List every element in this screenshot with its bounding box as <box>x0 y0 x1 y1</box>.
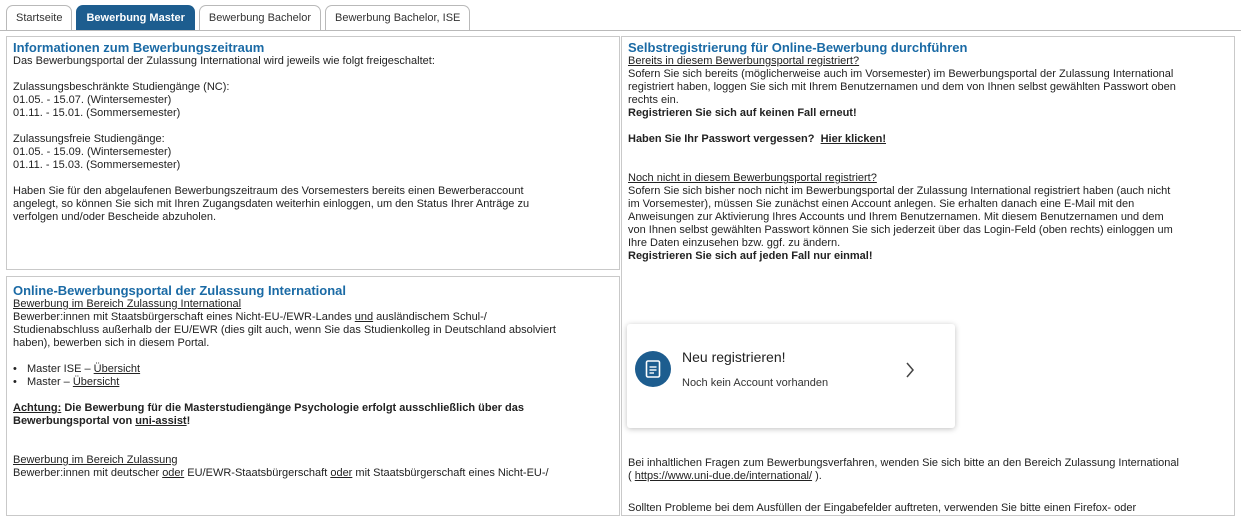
contact-text-2: ( https://www.uni-due.de/international/ … <box>628 470 822 482</box>
list-item: Master ISE – Übersicht <box>13 363 613 376</box>
selfreg-title: Selbstregistrierung für Online-Bewerbung… <box>628 40 968 55</box>
section-zulassung-heading: Bewerbung im Bereich Zulassung <box>13 454 178 466</box>
info-intro: Das Bewerbungsportal der Zulassung Inter… <box>13 55 435 67</box>
tab-bewerbung-master[interactable]: Bewerbung Master <box>76 5 195 30</box>
master-ise-overview-link[interactable]: Übersicht <box>94 363 140 375</box>
free-winter: 01.05. - 15.09. (Wintersemester) <box>13 146 172 158</box>
nc-summer: 01.11. - 15.01. (Sommersemester) <box>13 107 181 119</box>
registered-text-2: registriert haben, loggen Sie sich mit I… <box>628 81 1176 93</box>
section-zulassung-text-1: Bewerber:innen mit deutscher oder EU/EWR… <box>13 467 549 479</box>
new-text-1: Sofern Sie sich bisher noch nicht im Bew… <box>628 185 1171 197</box>
new-text-4: von Ihnen selbst gewählten Passwort könn… <box>628 224 1173 236</box>
problems-text: Sollten Probleme bei dem Ausfüllen der E… <box>628 502 1137 514</box>
nc-winter: 01.05. - 15.07. (Wintersemester) <box>13 94 172 106</box>
new-text-2: im Vorsemester), müssen Sie zunächst ein… <box>628 198 1135 210</box>
section-international-text-1: Bewerber:innen mit Staatsbürgerschaft ei… <box>13 311 487 323</box>
card-subtitle: Noch kein Account vorhanden <box>682 377 829 389</box>
new-text-3: Anweisungen zur Aktivierung Ihres Accoun… <box>628 211 1164 223</box>
registered-text-3: rechts ein. <box>628 94 679 106</box>
free-summer: 01.11. - 15.03. (Sommersemester) <box>13 159 181 171</box>
password-reset-link[interactable]: Hier klicken! <box>821 133 886 145</box>
new-heading: Noch nicht in diesem Bewerbungsportal re… <box>628 172 877 184</box>
info-panel: Informationen zum Bewerbungszeitraum Das… <box>6 36 620 270</box>
section-international-text-2: Studienabschluss außerhalb der EU/EWR (d… <box>13 324 556 336</box>
portal-panel: Online-Bewerbungsportal der Zulassung In… <box>6 276 620 516</box>
registered-warning: Registrieren Sie sich auf keinen Fall er… <box>628 107 857 119</box>
nc-heading: Zulassungsbeschränkte Studiengänge (NC): <box>13 81 230 93</box>
tab-bar: Startseite Bewerbung Master Bewerbung Ba… <box>6 5 474 31</box>
new-text-5: Ihre Daten einzusehen bzw. ggf. zu änder… <box>628 237 841 249</box>
master-overview-link[interactable]: Übersicht <box>73 376 119 388</box>
section-international-text-3: haben), bewerben sich in diesem Portal. <box>13 337 210 349</box>
card-title: Neu registrieren! <box>682 349 786 365</box>
portal-title: Online-Bewerbungsportal der Zulassung In… <box>13 283 346 298</box>
registered-heading: Bereits in diesem Bewerbungsportal regis… <box>628 55 860 67</box>
chevron-right-icon <box>905 362 915 381</box>
tab-startseite[interactable]: Startseite <box>6 5 73 30</box>
list-item: Master – Übersicht <box>13 376 613 389</box>
achtung-note-2: Bewerbungsportal von uni-assist! <box>13 415 191 427</box>
tab-bewerbung-bachelor-ise[interactable]: Bewerbung Bachelor, ISE <box>325 5 471 30</box>
password-forgot: Haben Sie Ihr Passwort vergessen? Hier k… <box>628 133 887 145</box>
register-circle <box>635 351 671 387</box>
account-text-1: Haben Sie für den abgelaufenen Bewerbung… <box>13 185 524 197</box>
tab-divider <box>0 30 1241 31</box>
selfreg-panel: Selbstregistrierung für Online-Bewerbung… <box>621 36 1235 516</box>
account-text-3: verfolgen und/oder Bescheide abzuholen. <box>13 211 217 223</box>
contact-text-1: Bei inhaltlichen Fragen zum Bewerbungsve… <box>628 457 1179 469</box>
international-website-link[interactable]: https://www.uni-due.de/international/ <box>635 470 812 482</box>
new-registration-card[interactable]: Neu registrieren! Noch kein Account vorh… <box>627 324 955 428</box>
uni-assist-link[interactable]: uni-assist <box>135 415 186 427</box>
achtung-note-1: Achtung: Die Bewerbung für die Masterstu… <box>13 402 524 414</box>
account-text-2: angelegt, so können Sie sich mit Ihren Z… <box>13 198 530 210</box>
master-list: Master ISE – Übersicht Master – Übersich… <box>13 363 613 389</box>
free-heading: Zulassungsfreie Studiengänge: <box>13 133 165 145</box>
new-warning: Registrieren Sie sich auf jeden Fall nur… <box>628 250 873 262</box>
registered-text-1: Sofern Sie sich bereits (möglicherweise … <box>628 68 1174 80</box>
info-title: Informationen zum Bewerbungszeitraum <box>13 40 265 55</box>
section-international-heading: Bewerbung im Bereich Zulassung Internati… <box>13 298 242 310</box>
tab-bewerbung-bachelor[interactable]: Bewerbung Bachelor <box>198 5 322 30</box>
